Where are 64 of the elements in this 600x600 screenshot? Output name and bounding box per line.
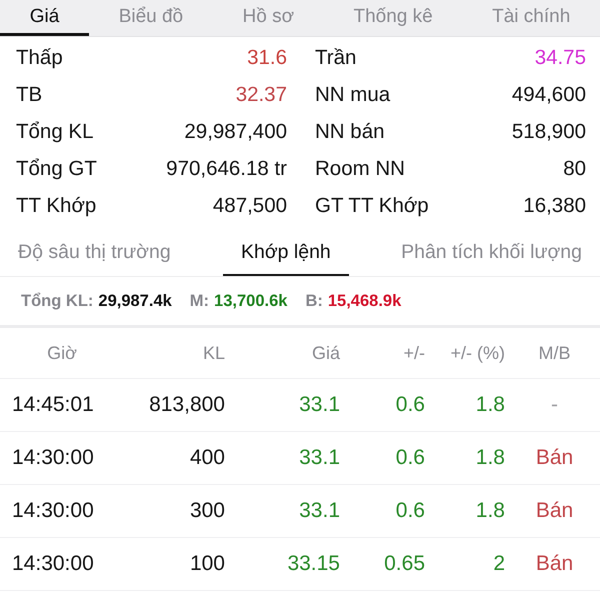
stat-label: Trần bbox=[315, 46, 356, 70]
column-header: KL bbox=[202, 342, 225, 364]
column-header: +/- (%) bbox=[450, 342, 505, 364]
price-cell: 33.15 bbox=[287, 552, 340, 576]
stat-value: 970,646.18 tr bbox=[166, 156, 287, 180]
stat-value: 16,380 bbox=[523, 194, 586, 218]
stat-value: 29,987,400 bbox=[184, 120, 287, 144]
stat-label: GT TT Khớp bbox=[315, 194, 429, 218]
side-cell: Bán bbox=[536, 499, 574, 523]
price-cell: 33.1 bbox=[299, 393, 340, 417]
summary-label: M: bbox=[190, 292, 210, 310]
column-header: +/- bbox=[403, 342, 425, 364]
volume-cell: 813,800 bbox=[149, 393, 225, 417]
change-percent-cell: 1.8 bbox=[476, 393, 505, 417]
stat-value: 494,600 bbox=[512, 82, 586, 106]
stat-value: 34.75 bbox=[534, 46, 586, 70]
volume-cell: 100 bbox=[190, 552, 225, 576]
price-cell: 33.1 bbox=[299, 446, 340, 470]
change-percent-cell: 1.8 bbox=[476, 446, 505, 470]
summary-value: 15,468.9k bbox=[328, 292, 402, 310]
column-header: Giá bbox=[312, 342, 340, 364]
column-header: Giờ bbox=[47, 342, 77, 364]
stat-label: Tổng KL bbox=[16, 120, 94, 144]
stat-label: Thấp bbox=[16, 46, 63, 70]
summary-value: 13,700.6k bbox=[214, 292, 288, 310]
price-cell: 33.1 bbox=[299, 499, 340, 523]
change-cell: 0.6 bbox=[396, 446, 425, 470]
stat-label: Tổng GT bbox=[16, 156, 97, 180]
tab[interactable]: Khớp lệnh bbox=[223, 230, 349, 276]
change-cell: 0.65 bbox=[384, 552, 425, 576]
time-cell: 14:30:00 bbox=[12, 552, 94, 576]
side-cell: - bbox=[551, 393, 558, 417]
change-percent-cell: 1.8 bbox=[476, 499, 505, 523]
tab[interactable]: Thống kê bbox=[324, 0, 462, 36]
stat-label: TT Khớp bbox=[16, 194, 96, 218]
change-cell: 0.6 bbox=[396, 499, 425, 523]
stat-label: NN bán bbox=[315, 120, 385, 144]
stat-label: Room NN bbox=[315, 156, 405, 180]
stat-label: TB bbox=[16, 82, 42, 106]
tab[interactable]: Biểu đồ bbox=[88, 0, 213, 36]
tab[interactable]: Độ sâu thị trường bbox=[0, 230, 189, 276]
time-cell: 14:30:00 bbox=[12, 446, 94, 470]
tab[interactable]: Phân tích khối lượng bbox=[383, 230, 600, 276]
change-cell: 0.6 bbox=[396, 393, 425, 417]
time-cell: 14:45:01 bbox=[12, 393, 94, 417]
stat-value: 487,500 bbox=[212, 194, 287, 218]
change-percent-cell: 2 bbox=[493, 552, 505, 576]
stat-value: 80 bbox=[563, 156, 586, 180]
volume-cell: 400 bbox=[190, 446, 225, 470]
summary-label: Tổng KL: bbox=[21, 292, 94, 310]
stat-value: 32.37 bbox=[236, 82, 287, 106]
volume-cell: 300 bbox=[190, 499, 225, 523]
stat-value: 31.6 bbox=[247, 46, 287, 70]
tab[interactable]: Giá bbox=[0, 0, 89, 36]
time-cell: 14:30:00 bbox=[12, 499, 94, 523]
tab[interactable]: Tài chính bbox=[462, 0, 600, 36]
stat-value: 518,900 bbox=[512, 120, 586, 144]
side-cell: Bán bbox=[536, 446, 574, 470]
column-header: M/B bbox=[538, 342, 570, 364]
stat-label: NN mua bbox=[315, 82, 390, 106]
tab[interactable]: Hồ sơ bbox=[212, 0, 324, 36]
summary-value: 29,987.4k bbox=[98, 292, 172, 310]
summary-label: B: bbox=[305, 292, 323, 310]
side-cell: Bán bbox=[536, 552, 574, 576]
